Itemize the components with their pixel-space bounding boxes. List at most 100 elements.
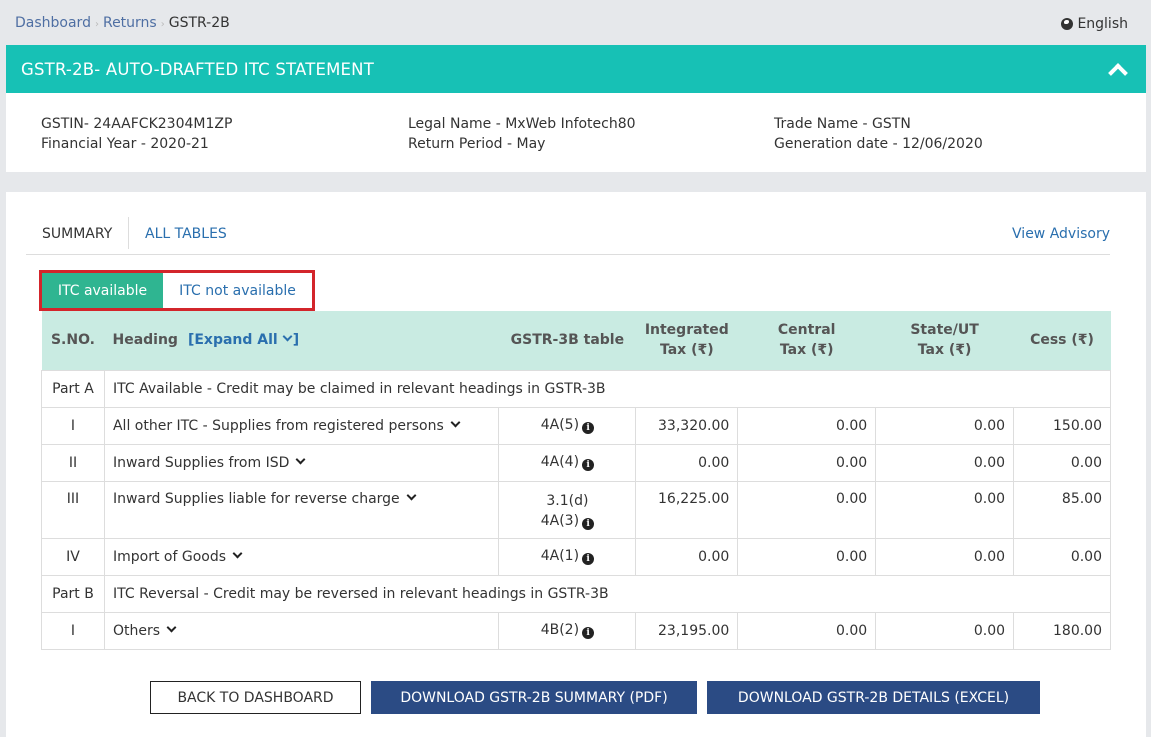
row-sno: I (41, 611, 105, 650)
row-heading-text: All other ITC - Supplies from registered… (112, 417, 444, 434)
col-igst-line2: Tax (₹) (659, 342, 714, 359)
breadcrumb-current: GSTR-2B (168, 15, 230, 31)
col-heading: Heading [Expand All] (104, 311, 499, 370)
col-cgst: Central Tax (₹) (737, 311, 876, 370)
itc-summary-table: S.NO. Heading [Expand All] GSTR-3B table … (41, 311, 1112, 650)
row-igst: 0.00 (635, 537, 739, 576)
return-period: Return Period - May (408, 136, 546, 152)
gstr3b-ref: 4A(1) (540, 548, 580, 564)
row-heading-text: Others (112, 622, 161, 639)
chevron-down-icon[interactable] (406, 490, 417, 500)
row-cgst: 0.00 (737, 406, 877, 445)
part-label: Part A (41, 369, 105, 408)
summary-panel: SUMMARY ALL TABLES View Advisory ITC ava… (6, 192, 1146, 737)
itc-toggle: ITC available ITC not available (39, 270, 315, 311)
row-igst: 0.00 (635, 443, 739, 482)
breadcrumb-returns[interactable]: Returns (103, 15, 157, 31)
table-row: III Inward Supplies liable for reverse c… (41, 480, 1111, 539)
page-banner: GSTR-2B- AUTO-DRAFTED ITC STATEMENT (6, 45, 1146, 93)
row-cgst: 0.00 (737, 537, 877, 576)
expand-all-label: [Expand All (187, 332, 278, 349)
info-icon[interactable]: i (582, 553, 595, 565)
info-icon[interactable]: i (582, 627, 595, 639)
col-sgst-line2: Tax (₹) (917, 342, 972, 359)
part-a-row: Part A ITC Available - Credit may be cla… (41, 369, 1112, 408)
row-sgst: 0.00 (875, 443, 1015, 482)
row-cess: 0.00 (1013, 443, 1111, 482)
row-cess: 150.00 (1013, 406, 1111, 445)
tab-summary[interactable]: SUMMARY (42, 226, 112, 242)
financial-year: Financial Year - 2020-21 (41, 136, 209, 152)
row-heading[interactable]: All other ITC - Supplies from registered… (103, 406, 500, 445)
tab-bar: SUMMARY ALL TABLES View Advisory (26, 217, 1110, 255)
col-cgst-line1: Central (777, 322, 836, 339)
part-description: ITC Reversal - Credit may be reversed in… (103, 574, 1112, 613)
row-heading[interactable]: Others (103, 611, 500, 650)
row-cess: 0.00 (1013, 537, 1111, 576)
row-igst: 16,225.00 (635, 480, 739, 539)
row-sgst: 0.00 (875, 480, 1015, 539)
chevron-down-icon (282, 331, 293, 342)
legal-name: Legal Name - MxWeb Infotech80 (408, 116, 636, 132)
col-cess: Cess (₹) (1013, 311, 1111, 370)
row-cgst: 0.00 (737, 611, 877, 650)
row-sno: IV (41, 537, 105, 576)
row-heading[interactable]: Inward Supplies liable for reverse charg… (103, 480, 500, 539)
info-icon[interactable]: i (582, 517, 595, 530)
generation-date: Generation date - 12/06/2020 (774, 136, 983, 152)
back-to-dashboard-button[interactable]: BACK TO DASHBOARD (150, 681, 361, 714)
table-row: I Others 4B(2) i 23,195.00 0.00 0.00 180.… (41, 611, 1111, 650)
expand-all-button[interactable]: [Expand All] (187, 331, 299, 349)
taxpayer-info: GSTIN- 24AAFCK2304M1ZP Financial Year - … (6, 93, 1146, 172)
gstr3b-ref: 3.1(d) (546, 492, 589, 509)
row-cess: 85.00 (1013, 480, 1111, 539)
row-sno: I (41, 406, 105, 445)
row-sgst: 0.00 (875, 406, 1015, 445)
gstr3b-ref: 4B(2) (540, 622, 580, 638)
table-row: II Inward Supplies from ISD 4A(4) i 0.00 … (41, 443, 1111, 482)
col-igst-line1: Integrated (644, 322, 729, 339)
gstr3b-ref: 4A(5) (540, 417, 580, 433)
breadcrumb-separator: › (94, 19, 99, 30)
gstr3b-ref: 4A(3) (540, 512, 580, 529)
itc-not-available-button[interactable]: ITC not available (163, 273, 312, 308)
info-icon[interactable]: i (582, 459, 595, 471)
col-sgst-line1: State/UT (910, 322, 979, 339)
breadcrumb-separator: › (160, 19, 165, 30)
col-gstr3b: GSTR-3B table (498, 311, 636, 370)
row-heading[interactable]: Import of Goods (103, 537, 500, 576)
globe-icon (1061, 18, 1074, 30)
col-sgst: State/UT Tax (₹) (875, 311, 1014, 370)
table-header-row: S.NO. Heading [Expand All] GSTR-3B table … (41, 311, 1111, 370)
chevron-down-icon[interactable] (295, 454, 306, 464)
row-sno: III (41, 480, 105, 539)
chevron-up-icon[interactable] (1108, 63, 1128, 83)
row-gstr3b-table: 3.1(d) 4A(3) i (498, 480, 637, 539)
row-heading-text: Import of Goods (112, 548, 227, 565)
trade-name: Trade Name - GSTN (774, 116, 911, 132)
row-gstr3b-table: 4A(4) i (498, 443, 637, 482)
info-icon[interactable]: i (582, 422, 595, 434)
view-advisory-link[interactable]: View Advisory (1012, 226, 1110, 242)
breadcrumb-dashboard[interactable]: Dashboard (15, 15, 91, 31)
download-details-excel-button[interactable]: DOWNLOAD GSTR-2B DETAILS (EXCEL) (707, 681, 1040, 714)
part-b-row: Part B ITC Reversal - Credit may be reve… (41, 574, 1112, 613)
chevron-down-icon[interactable] (166, 622, 177, 632)
chevron-down-icon[interactable] (232, 548, 243, 558)
row-gstr3b-table: 4A(5) i (498, 406, 637, 445)
row-igst: 23,195.00 (635, 611, 739, 650)
row-sgst: 0.00 (875, 611, 1015, 650)
download-summary-pdf-button[interactable]: DOWNLOAD GSTR-2B SUMMARY (PDF) (371, 681, 697, 714)
row-gstr3b-table: 4A(1) i (498, 537, 637, 576)
table-row: I All other ITC - Supplies from register… (41, 406, 1111, 445)
itc-available-button[interactable]: ITC available (42, 273, 163, 308)
tab-all-tables[interactable]: ALL TABLES (145, 226, 227, 242)
chevron-down-icon[interactable] (450, 417, 461, 427)
language-selector[interactable]: English (1061, 16, 1128, 32)
row-heading-text: Inward Supplies from ISD (112, 454, 290, 471)
row-heading-text: Inward Supplies liable for reverse charg… (112, 490, 400, 507)
part-description: ITC Available - Credit may be claimed in… (103, 369, 1112, 408)
row-gstr3b-table: 4B(2) i (498, 611, 637, 650)
gstr3b-ref: 4A(4) (540, 454, 580, 470)
row-heading[interactable]: Inward Supplies from ISD (103, 443, 500, 482)
